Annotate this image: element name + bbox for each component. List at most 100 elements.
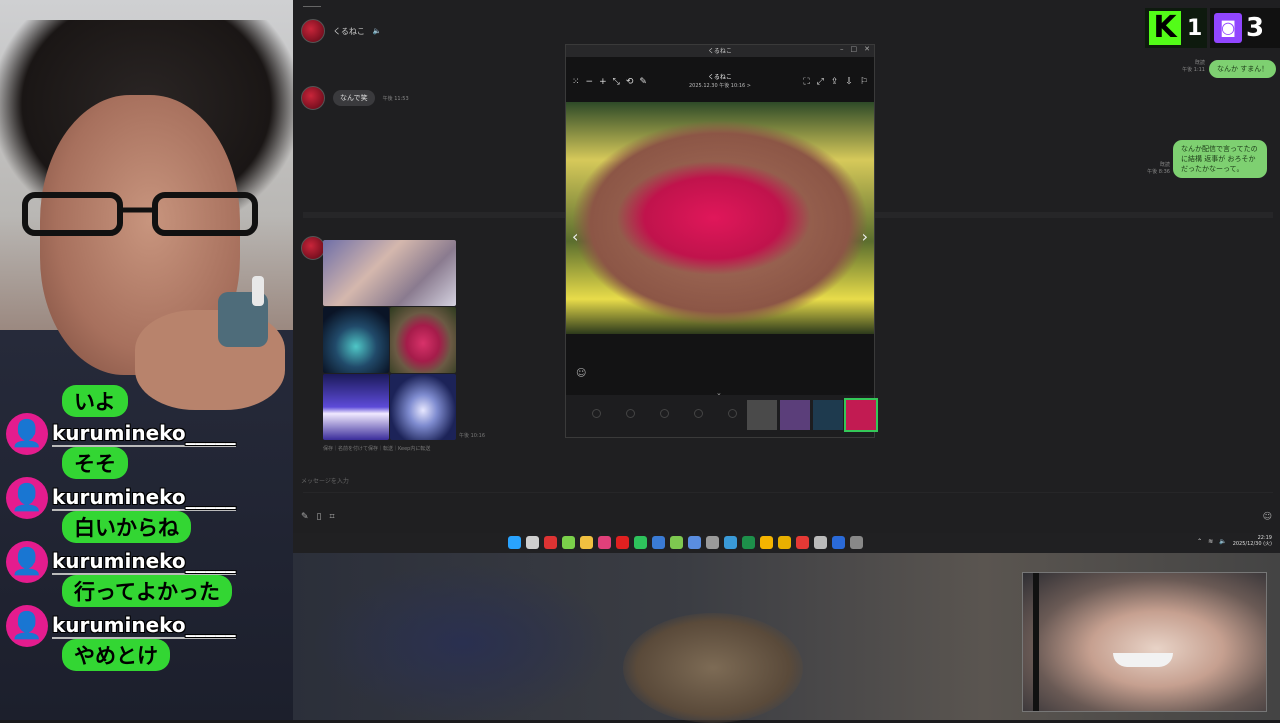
twitch-logo-icon: ◙ <box>1214 13 1242 43</box>
taskbar-app-icon[interactable] <box>634 536 647 549</box>
clock[interactable]: 22:19 2025/12/30 (火) <box>1233 535 1272 547</box>
placeholder-thumb <box>728 409 737 418</box>
sound-icon[interactable]: 🔈 <box>373 27 382 35</box>
kick-viewer-count: 1 <box>1187 15 1203 41</box>
bookmark-icon[interactable]: ⚐ <box>860 77 868 87</box>
maximize-icon[interactable]: □ <box>851 45 858 53</box>
emoji-icon[interactable]: ☺ <box>1263 512 1272 522</box>
viewer-titlebar: くるねこ – □ ✕ <box>566 45 874 57</box>
date: 2025/12/30 (火) <box>1232 541 1272 547</box>
sender-avatar[interactable] <box>301 236 325 260</box>
download-icon[interactable]: ⇩ <box>845 77 853 87</box>
message-meta: 既読 午後 1:11 <box>1173 60 1205 74</box>
taskbar-app-icon[interactable] <box>526 536 539 549</box>
photo-thumbnail[interactable] <box>390 307 456 373</box>
chat-message: 行ってよかった <box>62 575 232 607</box>
window-controls: – □ ✕ <box>840 45 870 53</box>
taskbar-app-icon[interactable] <box>760 536 773 549</box>
taskbar-app-icon[interactable] <box>778 536 791 549</box>
taskbar-app-icon[interactable] <box>742 536 755 549</box>
message-time: 午後 8:36 <box>1147 169 1170 175</box>
chevron-up-icon[interactable]: ⌃ <box>1197 538 1202 545</box>
thumbnail-selected[interactable] <box>844 398 878 432</box>
message-bubble[interactable]: なんで笑 <box>333 90 375 106</box>
chat-header: くるねこ 🔈 <box>301 19 382 43</box>
taskbar-app-icon[interactable] <box>508 536 521 549</box>
taskbar-app-icon[interactable] <box>850 536 863 549</box>
close-icon[interactable]: ✕ <box>864 45 870 53</box>
attach-icon[interactable]: ✎ <box>301 512 309 522</box>
viewer-toolbar: ⁙ − + ⤡ ⟲ ✎ くるねこ 2025.12.30 午後 10:16 > ⛶… <box>566 57 874 101</box>
wifi-icon[interactable]: ≋ <box>1208 538 1213 545</box>
system-tray: ⌃ ≋ 🔈 22:19 2025/12/30 (火) <box>1197 535 1272 547</box>
my-message-bubble[interactable]: なんか すまん！ <box>1209 60 1277 78</box>
viewer-right-tools: ⛶ ⤢ ⇪ ⇩ ⚐ <box>803 77 868 87</box>
my-message-bubble[interactable]: なんか配信で言ってたのに結構 返事が おろそかだったかなーって。 <box>1173 140 1267 178</box>
input-toolbar: ✎ ▯ ⌗ <box>301 512 335 522</box>
share-icon[interactable]: ⇪ <box>831 77 839 87</box>
chat-username: kurumineko_____ <box>52 613 236 639</box>
kick-viewer-badge: K 1 <box>1145 8 1207 48</box>
emoji-react-icon[interactable]: ☺ <box>576 368 586 379</box>
taskbar-app-icon[interactable] <box>652 536 665 549</box>
message-time: 午後 1:11 <box>1182 67 1205 73</box>
taskbar-app-icon[interactable] <box>670 536 683 549</box>
taskbar-apps <box>508 536 863 549</box>
photo-time: 午後 10:16 <box>459 433 485 439</box>
next-arrow-icon[interactable]: › <box>862 227 868 246</box>
photo-grid <box>323 240 457 440</box>
taskbar-app-icon[interactable] <box>616 536 629 549</box>
taskbar-app-icon[interactable] <box>580 536 593 549</box>
fullscreen-icon[interactable]: ⤢ <box>817 77 824 87</box>
taskbar-app-icon[interactable] <box>598 536 611 549</box>
chevron-down-icon[interactable]: ⌄ <box>716 389 722 397</box>
fit-icon[interactable]: ⛶ <box>803 77 809 87</box>
sender-avatar[interactable] <box>301 86 325 110</box>
photo-thumbnail[interactable] <box>323 374 389 440</box>
twitch-viewer-count: 3 <box>1246 13 1265 43</box>
viewer-title: くるねこ <box>708 48 732 55</box>
photo-thumbnail[interactable] <box>323 240 456 306</box>
smile <box>1113 653 1173 667</box>
photo-thumbnail[interactable] <box>323 307 389 373</box>
minimize-icon[interactable]: – <box>840 45 844 53</box>
taskbar-app-icon[interactable] <box>688 536 701 549</box>
user-avatar-icon: 👤 <box>6 413 48 455</box>
taskbar-app-icon[interactable] <box>796 536 809 549</box>
contact-avatar[interactable] <box>301 19 325 43</box>
chat-username: kurumineko_____ <box>52 549 236 575</box>
taskbar-app-icon[interactable] <box>832 536 845 549</box>
user-avatar-icon: 👤 <box>6 541 48 583</box>
crop-icon[interactable]: ⌗ <box>330 512 335 522</box>
photo-actions[interactable]: 保存｜名前を付けて保存｜転送｜Keep内に転送 <box>323 445 430 452</box>
taskbar-app-icon[interactable] <box>814 536 827 549</box>
taskbar-app-icon[interactable] <box>562 536 575 549</box>
windows-taskbar: ⌃ ≋ 🔈 22:19 2025/12/30 (火) <box>293 533 1280 553</box>
taskbar-app-icon[interactable] <box>706 536 719 549</box>
jacket-shadow <box>313 563 613 723</box>
volume-icon[interactable]: 🔈 <box>1219 538 1226 545</box>
bookmark-icon[interactable]: ▯ <box>317 512 322 522</box>
thumbnail[interactable] <box>813 400 843 430</box>
thumbnail[interactable] <box>747 400 777 430</box>
message-time: 午後 11:53 <box>382 95 409 102</box>
window-line <box>303 6 321 7</box>
read-status: 既読 <box>1159 162 1170 168</box>
thumbnails <box>747 398 878 432</box>
chair-object <box>623 613 803 723</box>
kick-logo-icon: K <box>1149 11 1181 45</box>
prev-arrow-icon[interactable]: ‹ <box>572 227 578 246</box>
chat-message: そそ <box>62 447 128 479</box>
taskbar-app-icon[interactable] <box>544 536 557 549</box>
photo-thumbnail[interactable] <box>390 374 456 440</box>
divider <box>303 492 1273 493</box>
message-row: なんで笑 午後 11:53 <box>301 86 409 110</box>
placeholder-thumb <box>660 409 669 418</box>
message-input[interactable]: メッセージを入力 <box>301 476 349 485</box>
second-webcam <box>1022 572 1267 712</box>
user-avatar-icon: 👤 <box>6 477 48 519</box>
taskbar-app-icon[interactable] <box>724 536 737 549</box>
twitch-viewer-badge: ◙ 3 <box>1210 8 1280 48</box>
thumbnail[interactable] <box>780 400 810 430</box>
glasses-icon <box>22 192 258 236</box>
